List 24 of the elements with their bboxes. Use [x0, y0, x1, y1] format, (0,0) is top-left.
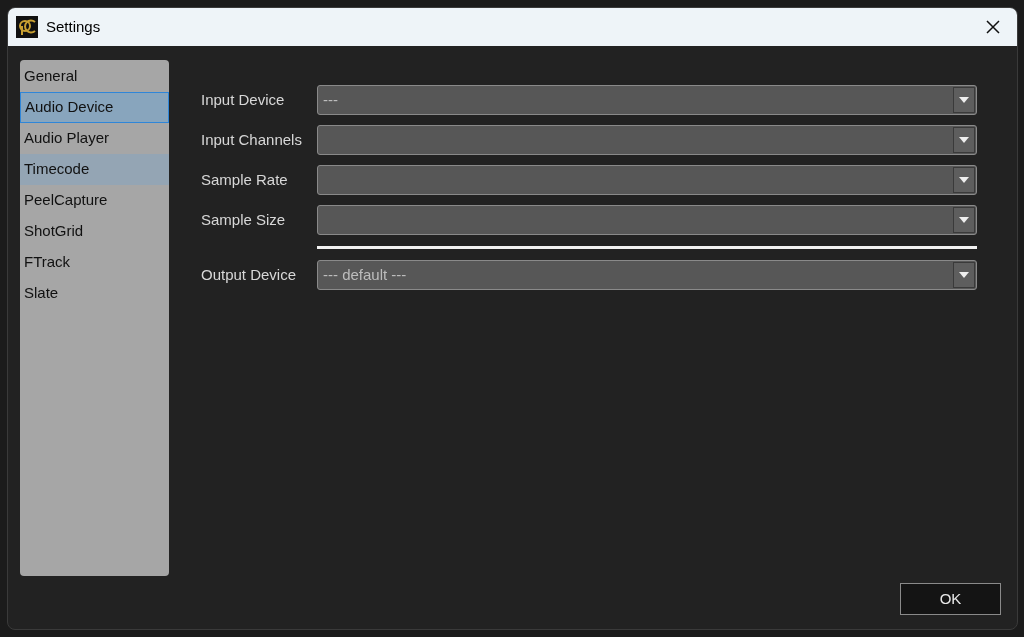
- dropdown-field[interactable]: [317, 205, 977, 235]
- app-logo-icon: [16, 16, 38, 38]
- sidebar-item[interactable]: ShotGrid: [20, 216, 169, 247]
- sidebar-item[interactable]: Audio Device: [20, 92, 169, 123]
- sidebar-item[interactable]: Audio Player: [20, 123, 169, 154]
- sidebar-item[interactable]: PeelCapture: [20, 185, 169, 216]
- field-label: Input Channels: [201, 129, 303, 150]
- dropdown-field[interactable]: [317, 165, 977, 195]
- field-label: Sample Size: [201, 209, 287, 230]
- window-title: Settings: [46, 16, 101, 37]
- sidebar-item[interactable]: FTrack: [20, 247, 169, 278]
- dropdown-field[interactable]: ---: [317, 85, 977, 115]
- ok-button[interactable]: OK: [900, 583, 1001, 615]
- dropdown-field[interactable]: [317, 125, 977, 155]
- sidebar-item[interactable]: Slate: [20, 278, 169, 309]
- sidebar-item[interactable]: Timecode: [20, 154, 169, 185]
- close-icon: [986, 20, 1000, 34]
- field-label: Output Device: [201, 264, 298, 285]
- dropdown-value: --- default ---: [322, 264, 408, 285]
- sidebar-item[interactable]: General: [20, 61, 169, 92]
- dropdown-field[interactable]: --- default ---: [317, 260, 977, 290]
- field-label: Input Device: [201, 89, 286, 110]
- field-label: Sample Rate: [201, 169, 289, 190]
- dropdown-value: ---: [322, 89, 339, 110]
